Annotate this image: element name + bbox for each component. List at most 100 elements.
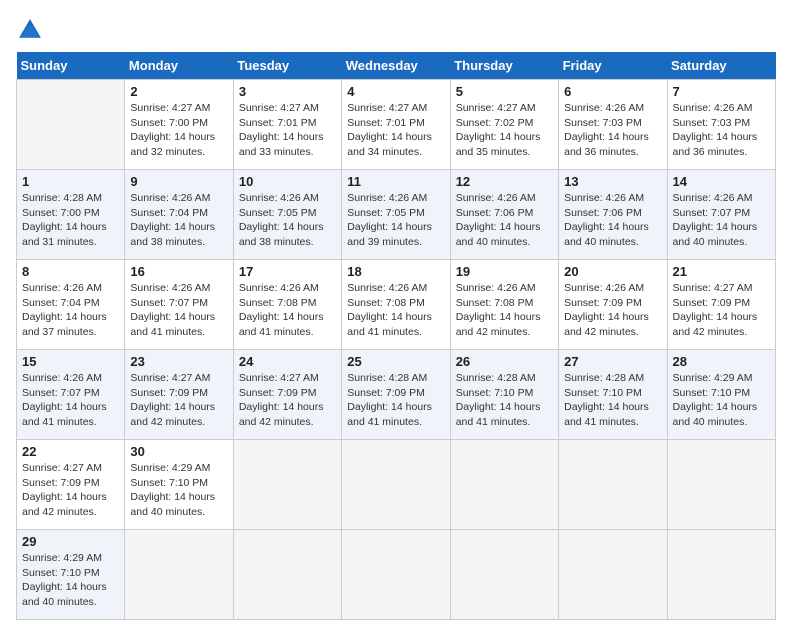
- sunrise-text: Sunrise: 4:28 AM: [564, 372, 644, 384]
- day-number: 6: [564, 84, 661, 99]
- daylight-text-2: and 35 minutes.: [456, 146, 531, 158]
- day-info: Sunrise: 4:26 AMSunset: 7:04 PMDaylight:…: [130, 191, 227, 250]
- sunrise-text: Sunrise: 4:27 AM: [239, 372, 319, 384]
- sunset-text: Sunset: 7:00 PM: [22, 207, 100, 219]
- daylight-text: Daylight: 14 hours: [130, 131, 215, 143]
- day-number: 3: [239, 84, 336, 99]
- sunrise-text: Sunrise: 4:26 AM: [673, 102, 753, 114]
- daylight-text: Daylight: 14 hours: [456, 221, 541, 233]
- day-number: 11: [347, 174, 444, 189]
- weekday-header-sunday: Sunday: [17, 52, 125, 80]
- sunrise-text: Sunrise: 4:26 AM: [673, 192, 753, 204]
- sunrise-text: Sunrise: 4:26 AM: [347, 282, 427, 294]
- day-info: Sunrise: 4:28 AMSunset: 7:09 PMDaylight:…: [347, 371, 444, 430]
- day-number: 10: [239, 174, 336, 189]
- daylight-text: Daylight: 14 hours: [22, 311, 107, 323]
- logo: [16, 16, 48, 44]
- sunset-text: Sunset: 7:10 PM: [22, 567, 100, 579]
- sunset-text: Sunset: 7:09 PM: [673, 297, 751, 309]
- sunset-text: Sunset: 7:10 PM: [564, 387, 642, 399]
- daylight-text-2: and 39 minutes.: [347, 236, 422, 248]
- calendar-row-0: 2Sunrise: 4:27 AMSunset: 7:00 PMDaylight…: [17, 80, 776, 170]
- day-info: Sunrise: 4:26 AMSunset: 7:03 PMDaylight:…: [564, 101, 661, 160]
- daylight-text: Daylight: 14 hours: [239, 221, 324, 233]
- daylight-text-2: and 40 minutes.: [564, 236, 639, 248]
- sunset-text: Sunset: 7:08 PM: [456, 297, 534, 309]
- daylight-text-2: and 38 minutes.: [239, 236, 314, 248]
- sunset-text: Sunset: 7:03 PM: [564, 117, 642, 129]
- calendar-cell: 6Sunrise: 4:26 AMSunset: 7:03 PMDaylight…: [559, 80, 667, 170]
- calendar-cell: 10Sunrise: 4:26 AMSunset: 7:05 PMDayligh…: [233, 170, 341, 260]
- sunrise-text: Sunrise: 4:29 AM: [673, 372, 753, 384]
- weekday-header-thursday: Thursday: [450, 52, 558, 80]
- day-number: 17: [239, 264, 336, 279]
- day-info: Sunrise: 4:26 AMSunset: 7:09 PMDaylight:…: [564, 281, 661, 340]
- calendar-cell: [342, 440, 450, 530]
- calendar-cell: [450, 530, 558, 620]
- weekday-header-row: SundayMondayTuesdayWednesdayThursdayFrid…: [17, 52, 776, 80]
- calendar-row-4: 22Sunrise: 4:27 AMSunset: 7:09 PMDayligh…: [17, 440, 776, 530]
- day-number: 19: [456, 264, 553, 279]
- weekday-header-tuesday: Tuesday: [233, 52, 341, 80]
- day-number: 13: [564, 174, 661, 189]
- day-info: Sunrise: 4:28 AMSunset: 7:00 PMDaylight:…: [22, 191, 119, 250]
- sunset-text: Sunset: 7:03 PM: [673, 117, 751, 129]
- day-info: Sunrise: 4:27 AMSunset: 7:09 PMDaylight:…: [239, 371, 336, 430]
- sunset-text: Sunset: 7:06 PM: [456, 207, 534, 219]
- sunset-text: Sunset: 7:01 PM: [347, 117, 425, 129]
- day-number: 12: [456, 174, 553, 189]
- sunrise-text: Sunrise: 4:26 AM: [239, 282, 319, 294]
- day-info: Sunrise: 4:27 AMSunset: 7:09 PMDaylight:…: [673, 281, 770, 340]
- calendar-cell: 13Sunrise: 4:26 AMSunset: 7:06 PMDayligh…: [559, 170, 667, 260]
- calendar-cell: [559, 530, 667, 620]
- sunset-text: Sunset: 7:04 PM: [22, 297, 100, 309]
- calendar-cell: [450, 440, 558, 530]
- calendar-cell: 17Sunrise: 4:26 AMSunset: 7:08 PMDayligh…: [233, 260, 341, 350]
- sunset-text: Sunset: 7:05 PM: [347, 207, 425, 219]
- calendar-cell: [667, 530, 775, 620]
- calendar-cell: 12Sunrise: 4:26 AMSunset: 7:06 PMDayligh…: [450, 170, 558, 260]
- daylight-text-2: and 41 minutes.: [239, 326, 314, 338]
- sunset-text: Sunset: 7:06 PM: [564, 207, 642, 219]
- day-info: Sunrise: 4:26 AMSunset: 7:05 PMDaylight:…: [347, 191, 444, 250]
- sunrise-text: Sunrise: 4:26 AM: [456, 282, 536, 294]
- sunrise-text: Sunrise: 4:26 AM: [564, 102, 644, 114]
- weekday-header-saturday: Saturday: [667, 52, 775, 80]
- daylight-text: Daylight: 14 hours: [239, 311, 324, 323]
- sunset-text: Sunset: 7:09 PM: [22, 477, 100, 489]
- sunrise-text: Sunrise: 4:27 AM: [239, 102, 319, 114]
- calendar-cell: 11 Sunrise: 4:26 AMSunset: 7:05 PMDayligh…: [342, 170, 450, 260]
- day-info: Sunrise: 4:27 AMSunset: 7:02 PMDaylight:…: [456, 101, 553, 160]
- calendar-cell: 8Sunrise: 4:26 AMSunset: 7:04 PMDaylight…: [17, 260, 125, 350]
- day-info: Sunrise: 4:26 AMSunset: 7:07 PMDaylight:…: [130, 281, 227, 340]
- calendar-cell: 23Sunrise: 4:27 AMSunset: 7:09 PMDayligh…: [125, 350, 233, 440]
- calendar-row-3: 15Sunrise: 4:26 AMSunset: 7:07 PMDayligh…: [17, 350, 776, 440]
- calendar-cell: 5 Sunrise: 4:27 AMSunset: 7:02 PMDaylight…: [450, 80, 558, 170]
- day-info: Sunrise: 4:29 AMSunset: 7:10 PMDaylight:…: [22, 551, 119, 610]
- calendar-cell: 7Sunrise: 4:26 AMSunset: 7:03 PMDaylight…: [667, 80, 775, 170]
- daylight-text-2: and 34 minutes.: [347, 146, 422, 158]
- sunset-text: Sunset: 7:07 PM: [130, 297, 208, 309]
- daylight-text: Daylight: 14 hours: [456, 401, 541, 413]
- weekday-header-monday: Monday: [125, 52, 233, 80]
- calendar-row-2: 8Sunrise: 4:26 AMSunset: 7:04 PMDaylight…: [17, 260, 776, 350]
- daylight-text: Daylight: 14 hours: [239, 131, 324, 143]
- day-number: 27: [564, 354, 661, 369]
- daylight-text-2: and 41 minutes.: [22, 416, 97, 428]
- calendar-cell: 4Sunrise: 4:27 AMSunset: 7:01 PMDaylight…: [342, 80, 450, 170]
- calendar-cell: 27Sunrise: 4:28 AMSunset: 7:10 PMDayligh…: [559, 350, 667, 440]
- sunrise-text: Sunrise: 4:26 AM: [22, 372, 102, 384]
- weekday-header-friday: Friday: [559, 52, 667, 80]
- daylight-text-2: and 36 minutes.: [673, 146, 748, 158]
- calendar-cell: 29Sunrise: 4:29 AMSunset: 7:10 PMDayligh…: [17, 530, 125, 620]
- day-number: 24: [239, 354, 336, 369]
- day-info: Sunrise: 4:26 AMSunset: 7:07 PMDaylight:…: [673, 191, 770, 250]
- sunset-text: Sunset: 7:09 PM: [130, 387, 208, 399]
- day-number: 22: [22, 444, 119, 459]
- calendar-cell: 16Sunrise: 4:26 AMSunset: 7:07 PMDayligh…: [125, 260, 233, 350]
- calendar-cell: 3Sunrise: 4:27 AMSunset: 7:01 PMDaylight…: [233, 80, 341, 170]
- sunrise-text: Sunrise: 4:26 AM: [22, 282, 102, 294]
- calendar-cell: 2Sunrise: 4:27 AMSunset: 7:00 PMDaylight…: [125, 80, 233, 170]
- daylight-text-2: and 31 minutes.: [22, 236, 97, 248]
- day-number: 5: [456, 84, 553, 99]
